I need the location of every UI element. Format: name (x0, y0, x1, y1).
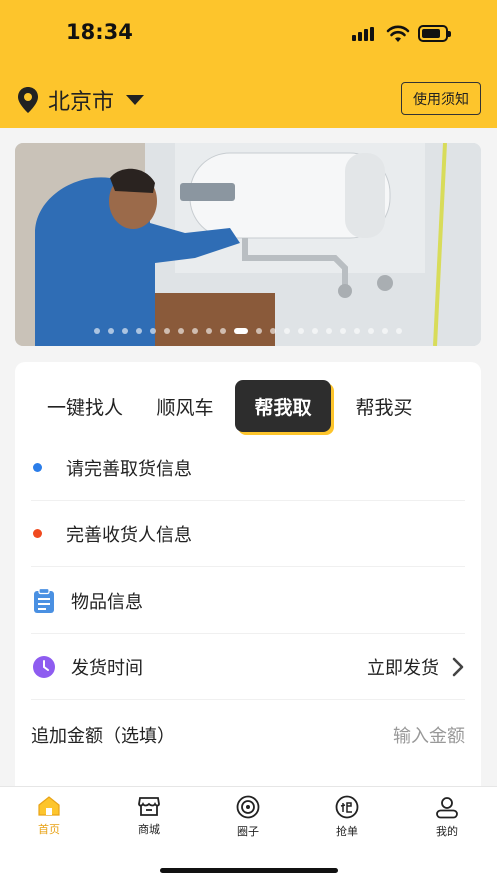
banner-dot[interactable] (178, 328, 184, 334)
promo-banner[interactable] (15, 143, 481, 346)
banner-dot[interactable] (206, 328, 212, 334)
extra-amount-label: 追加金额（选填） (31, 726, 175, 747)
tabbar-home-label: 首页 (38, 823, 60, 836)
tabbar-grab-order[interactable]: 抢单 (312, 795, 382, 839)
banner-dot[interactable] (382, 328, 388, 334)
store-icon (138, 797, 160, 816)
banner-dot[interactable] (256, 328, 262, 334)
banner-dot[interactable] (326, 328, 332, 334)
banner-dot[interactable] (284, 328, 290, 334)
receiver-info-row[interactable]: 完善收货人信息 (31, 501, 465, 567)
ship-time-value: 立即发货 (367, 657, 439, 679)
ship-time-label: 发货时间 (71, 657, 143, 679)
tab-buy-for-me[interactable]: 帮我买 (343, 380, 425, 432)
tabbar-store-label: 商城 (138, 823, 160, 836)
banner-photo (15, 143, 481, 346)
tabbar-circle[interactable]: 圈子 (213, 795, 283, 839)
banner-dot[interactable] (136, 328, 142, 334)
tabbar-store[interactable]: 商城 (114, 795, 184, 837)
pickup-info-row[interactable]: 请完善取货信息 (31, 435, 465, 501)
receiver-dot-icon (33, 529, 42, 538)
item-info-label: 物品信息 (71, 591, 143, 613)
service-tabs: 一键找人 顺风车 帮我取 帮我买 (15, 380, 481, 436)
ship-time-row[interactable]: 发货时间 立即发货 (31, 634, 465, 700)
city-name: 北京市 (48, 90, 115, 115)
cellular-signal-icon (352, 27, 378, 41)
chevron-right-icon (452, 657, 464, 676)
service-card: 一键找人 顺风车 帮我取 帮我买 请完善取货信息 完善收货人信息 物品信息 发货… (15, 362, 481, 802)
pickup-info-label: 请完善取货信息 (66, 458, 192, 480)
banner-dot[interactable] (270, 328, 276, 334)
banner-dot[interactable] (122, 328, 128, 334)
battery-icon (418, 25, 451, 42)
home-icon (38, 796, 60, 816)
banner-pagination (15, 328, 481, 334)
tabbar-grab-order-label: 抢单 (336, 825, 358, 838)
location-pin-icon (18, 87, 38, 113)
pickup-dot-icon (33, 463, 42, 472)
banner-dot[interactable] (164, 328, 170, 334)
extra-amount-row[interactable]: 追加金额（选填） 输入金额 (31, 702, 465, 768)
tabbar-home[interactable]: 首页 (14, 795, 84, 837)
profile-icon (436, 797, 458, 819)
banner-dot[interactable] (234, 328, 248, 334)
banner-dot[interactable] (94, 328, 100, 334)
banner-dot[interactable] (396, 328, 402, 334)
header-bar: 18:34 北京市 使用须知 (0, 0, 497, 128)
banner-dot[interactable] (354, 328, 360, 334)
tab-carpool[interactable]: 顺风车 (145, 380, 225, 432)
clipboard-icon (34, 587, 54, 613)
banner-dot[interactable] (108, 328, 114, 334)
wifi-icon (386, 25, 410, 42)
tab-find-person[interactable]: 一键找人 (35, 380, 135, 432)
caret-down-icon (126, 95, 145, 105)
banner-dot[interactable] (220, 328, 226, 334)
tabbar-profile[interactable]: 我的 (412, 795, 482, 839)
city-selector[interactable]: 北京市 (16, 84, 145, 116)
clock-icon (33, 655, 55, 678)
tabbar-profile-label: 我的 (436, 825, 458, 838)
tabbar-circle-label: 圈子 (237, 825, 259, 838)
tab-pickup-for-me[interactable]: 帮我取 (235, 380, 331, 432)
banner-dot[interactable] (192, 328, 198, 334)
extra-amount-input[interactable]: 输入金额 (393, 722, 465, 748)
item-info-row[interactable]: 物品信息 (31, 568, 465, 634)
receiver-info-label: 完善收货人信息 (66, 524, 192, 546)
usage-notice-button[interactable]: 使用须知 (401, 82, 481, 115)
circle-icon (236, 795, 260, 819)
banner-dot[interactable] (368, 328, 374, 334)
banner-dot[interactable] (150, 328, 156, 334)
grab-order-icon (335, 795, 359, 819)
status-time: 18:34 (66, 20, 133, 44)
home-indicator (160, 868, 338, 873)
banner-dot[interactable] (340, 328, 346, 334)
banner-dot[interactable] (312, 328, 318, 334)
banner-dot[interactable] (298, 328, 304, 334)
